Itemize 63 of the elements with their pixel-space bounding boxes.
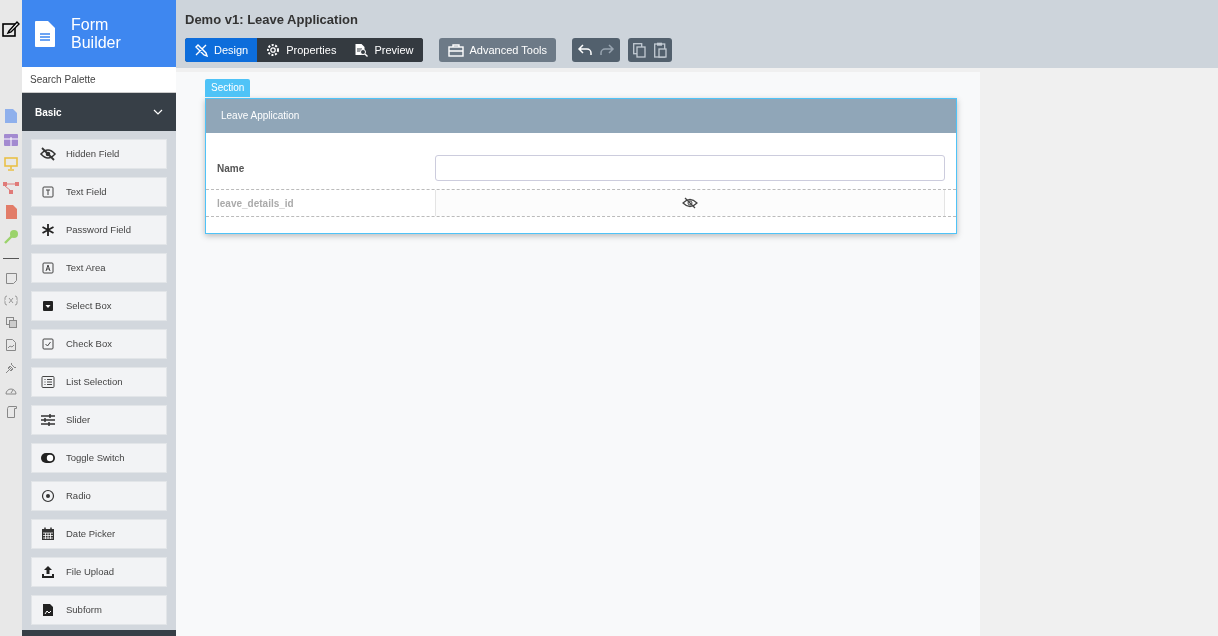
palette-item[interactable]: Radio [31,481,167,511]
palette-item[interactable]: Slider [31,405,167,435]
advanced-tools-button[interactable]: Advanced Tools [438,38,556,62]
document-icon[interactable] [5,109,17,123]
palette-item[interactable]: Text Area [31,253,167,283]
undo-icon [577,43,593,57]
hidden-icon [682,197,698,209]
copy-icon[interactable] [633,42,646,58]
images-icon[interactable] [5,317,17,328]
text-icon [40,185,56,199]
scroll-icon[interactable] [5,406,17,418]
tab[interactable]: Design [185,38,258,62]
plug-icon[interactable] [5,362,17,374]
monitor-icon[interactable] [4,157,18,171]
checkbox-icon [40,337,56,351]
date-icon [40,527,56,541]
hidden-icon [40,147,56,161]
palette-item[interactable]: Text Field [31,177,167,207]
edit-icon[interactable] [2,20,20,38]
app-title: Builder [71,33,121,52]
search-field[interactable]: Search Palette [22,67,176,93]
text-input[interactable] [435,155,945,181]
table-icon[interactable] [4,134,18,146]
upload-icon [40,565,56,579]
textarea-icon [40,261,56,275]
paste-icon[interactable] [654,42,667,58]
design-icon [194,43,208,57]
undo-button[interactable] [577,43,593,57]
pdf-icon[interactable] [5,205,17,219]
palette-item[interactable]: Password Field [31,215,167,245]
gauge-icon[interactable] [5,385,17,395]
palette-item[interactable]: Hidden Field [31,139,167,169]
document-search-icon [354,43,369,57]
radio-icon [40,489,56,503]
field-label: Name [217,161,246,176]
palette-item[interactable]: Check Box [31,329,167,359]
password-icon [40,223,56,237]
palette-group-header[interactable]: Basic [22,93,176,131]
key-icon[interactable] [4,230,18,244]
palette-item[interactable]: Select Box [31,291,167,321]
file-chart-icon[interactable] [6,339,16,351]
select-icon [40,299,56,313]
redo-icon [599,43,615,57]
field-label: leave_details_id [217,196,295,211]
subform-icon [40,603,56,617]
chevron-icon [153,109,163,115]
gear-icon [266,43,281,57]
list-icon [40,375,56,389]
form-title: Demo v1: Leave Application [185,11,359,28]
palette-item[interactable]: Toggle Switch [31,443,167,473]
palette-item[interactable]: File Upload [31,557,167,587]
slider-icon [40,413,56,427]
section-title: Leave Application [206,99,956,133]
document-icon [35,20,55,47]
toggle-icon [40,451,56,465]
toolbox-icon [447,43,464,57]
note-icon[interactable] [5,273,17,284]
flow-icon[interactable] [3,182,19,194]
variable-icon[interactable] [4,295,18,306]
palette-item[interactable]: List Selection [31,367,167,397]
palette-item[interactable]: Date Picker [31,519,167,549]
app-title: Form [71,15,110,34]
palette-item[interactable]: Subform [31,595,167,625]
